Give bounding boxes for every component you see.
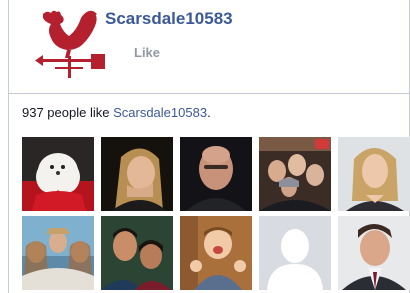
fan-avatar[interactable] bbox=[101, 216, 173, 290]
page-link[interactable]: Scarsdale10583 bbox=[113, 105, 207, 120]
fan-avatar[interactable] bbox=[338, 216, 410, 290]
default-silhouette-icon bbox=[259, 216, 331, 290]
fan-avatar[interactable] bbox=[22, 137, 94, 211]
likes-summary: 937 people like Scarsdale10583. bbox=[22, 105, 211, 120]
page-name-link[interactable]: Scarsdale10583 bbox=[105, 9, 233, 29]
like-button[interactable]: Like bbox=[134, 45, 160, 60]
fan-avatar[interactable] bbox=[101, 137, 173, 211]
white-dog-photo-icon bbox=[22, 137, 94, 211]
baby-photo-icon bbox=[180, 216, 252, 290]
fan-avatar[interactable] bbox=[22, 216, 94, 290]
fan-avatar[interactable] bbox=[338, 137, 410, 211]
rooster-weathervane-logo[interactable] bbox=[33, 4, 109, 80]
man-suit-portrait-icon bbox=[338, 216, 410, 290]
fan-avatar[interactable] bbox=[259, 216, 331, 290]
fan-avatar[interactable] bbox=[180, 137, 252, 211]
couple-photo-icon bbox=[101, 216, 173, 290]
divider bbox=[9, 93, 409, 94]
three-women-photo-icon bbox=[22, 216, 94, 290]
likes-period: . bbox=[207, 105, 211, 120]
group-night-photo-icon bbox=[259, 137, 331, 211]
blonde-woman-portrait-icon bbox=[338, 137, 410, 211]
blonde-woman-photo-icon bbox=[101, 137, 173, 211]
likes-count-text: 937 people like bbox=[22, 105, 110, 120]
bald-man-photo-icon bbox=[180, 137, 252, 211]
fan-avatar[interactable] bbox=[180, 216, 252, 290]
fan-avatar[interactable] bbox=[259, 137, 331, 211]
